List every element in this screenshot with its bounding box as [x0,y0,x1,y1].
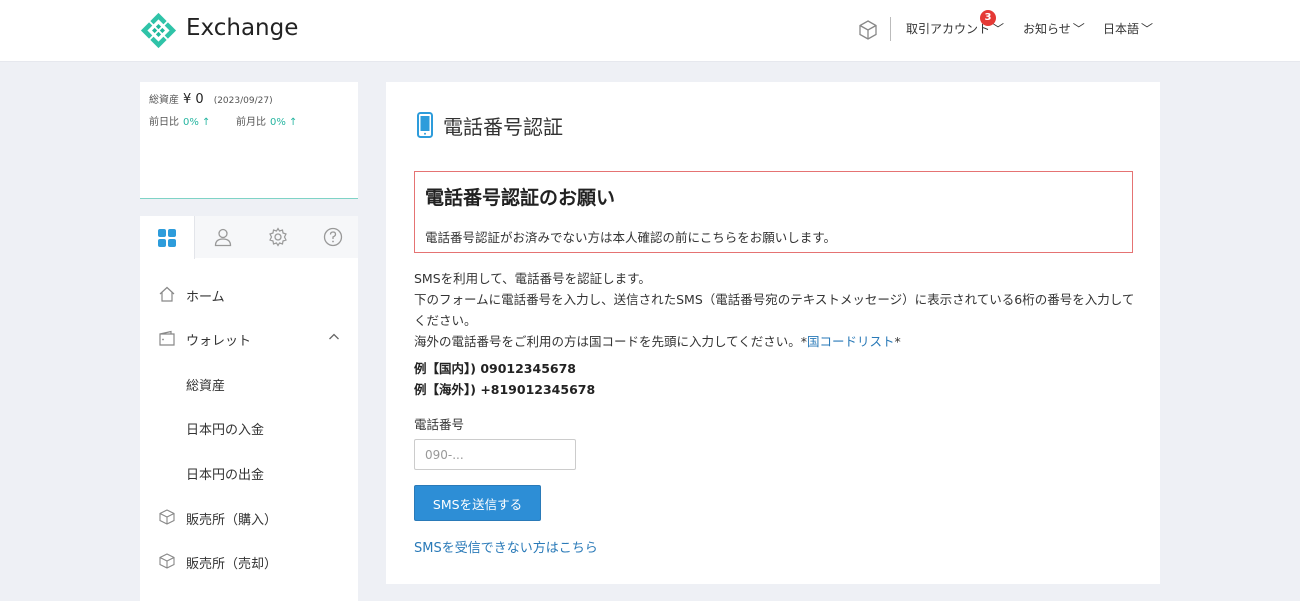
instructions: SMSを利用して、電話番号を認証します。 下のフォームに電話番号を入力し、送信さ… [414,268,1144,352]
phone-number-input[interactable] [414,439,576,470]
day-change-value: 0% ↑ [183,117,211,128]
sidebar-item-label: 販売所（売却） [186,557,278,572]
trading-account-label: 取引アカウント [906,22,991,36]
instruction-line: SMSを利用して、電話番号を認証します。 [414,271,651,286]
tab-help[interactable] [305,216,360,258]
sidebar-item-label: ホーム [186,290,225,305]
box-icon [159,509,175,525]
sms-help-link[interactable]: SMSを受信できない方はこちら [414,537,598,556]
chevron-down-icon: ﹀ [1141,22,1154,36]
gear-icon [268,227,287,247]
notice-box: 電話番号認証のお願い 電話番号認証がお済みでない方は本人確認の前にこちらをお願い… [414,171,1133,253]
sidebar-item-total-assets[interactable]: 総資産 [140,365,358,401]
chevron-up-icon [329,333,339,340]
sidebar-tabs [140,216,360,259]
logo-text[interactable]: Exchange [186,15,298,41]
instruction-line: 下のフォームに電話番号を入力し、送信されたSMS（電話番号宛のテキストメッセージ… [414,292,1135,328]
month-change-value: 0% ↑ [270,117,298,128]
tab-dashboard[interactable] [140,216,195,259]
page-title: 電話番号認証 [443,115,563,139]
notification-badge: 3 [980,10,996,26]
total-assets-label: 総資産 [149,95,179,106]
language-menu[interactable]: 日本語 ﹀ [1103,20,1153,37]
total-assets-value: ¥ 0 [183,92,204,107]
sidebar-item-buy[interactable]: 販売所（購入） [140,499,358,535]
instruction-text: 海外の電話番号をご利用の方は国コードを先頭に入力してください。* [414,334,808,349]
example-domestic: 例【国内】) 09012345678 [414,361,576,376]
grid-icon [158,228,176,247]
header-divider [890,17,891,41]
side-navigation: ホーム ウォレット 総資産 日本円の入金 日本円の出金 販売所（購入） 販売所（… [140,216,358,601]
chevron-down-icon: ﹀ [1072,22,1085,36]
sidebar-item-label: ウォレット [186,334,252,349]
total-assets-row: 総資産 ¥ 0 (2023/09/27) [149,91,273,107]
language-label: 日本語 [1103,22,1140,36]
day-change-row: 前日比 0% ↑ [149,113,210,128]
cube-icon[interactable] [856,18,880,42]
example-overseas: 例【海外】) +819012345678 [414,382,596,397]
notice-body: 電話番号認証がお済みでない方は本人確認の前にこちらをお願いします。 [425,230,837,245]
help-icon [323,227,342,247]
news-label: お知らせ [1023,22,1071,36]
asset-date: (2023/09/27) [213,96,273,106]
sidebar-item-wallet[interactable]: ウォレット [140,320,358,356]
wallet-icon [159,330,175,346]
main-panel: 電話番号認証 電話番号認証のお願い 電話番号認証がお済みでない方は本人確認の前に… [386,82,1160,584]
sidebar-item-home[interactable]: ホーム [140,276,358,312]
sidebar-item-sell[interactable]: 販売所（売却） [140,543,358,579]
top-header: Exchange 取引アカウント ﹀ 3 お知らせ ﹀ 日本語 ﹀ [0,0,1300,62]
month-change-label: 前月比 [236,117,266,128]
user-icon [214,228,231,247]
asset-summary-card: 総資産 ¥ 0 (2023/09/27) 前日比 0% ↑ 前月比 0% ↑ [140,82,358,199]
phone-number-label: 電話番号 [414,417,465,432]
box-icon [159,553,175,569]
send-sms-button[interactable]: SMSを送信する [414,485,541,521]
sidebar-item-jpy-withdrawal[interactable]: 日本円の出金 [140,454,358,490]
sidebar-item-jpy-deposit[interactable]: 日本円の入金 [140,409,358,445]
notice-title: 電話番号認証のお願い [425,187,616,209]
tab-settings[interactable] [250,216,305,258]
month-change-row: 前月比 0% ↑ [236,113,297,128]
sidebar-item-label: 日本円の出金 [186,468,265,483]
smartphone-icon [417,112,433,138]
tab-account[interactable] [195,216,250,258]
instruction-line-country-code: 海外の電話番号をご利用の方は国コードを先頭に入力してください。*国コードリスト* [414,331,1144,352]
sidebar-item-label: 総資産 [186,379,226,394]
country-code-list-link[interactable]: 国コードリスト [807,334,895,349]
sidebar-item-label: 日本円の入金 [186,423,265,438]
day-change-label: 前日比 [149,117,179,128]
sidebar-item-label: 販売所（購入） [186,513,278,528]
news-menu[interactable]: お知らせ ﹀ [1023,20,1085,37]
home-icon [159,286,175,302]
exchange-logo-icon[interactable] [140,12,177,49]
instruction-text: * [894,334,901,349]
